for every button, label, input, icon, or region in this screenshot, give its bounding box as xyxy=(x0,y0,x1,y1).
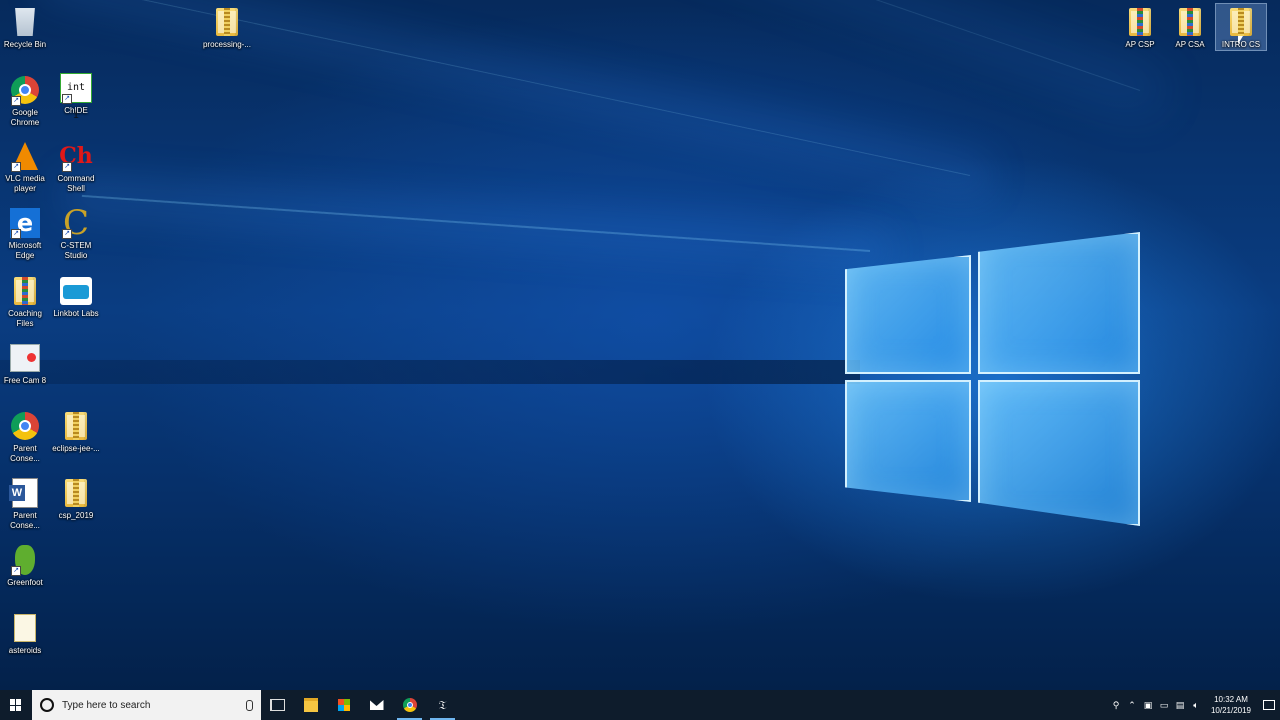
desktop-icon-vlc[interactable]: ↗ VLC media player xyxy=(0,140,50,194)
desktop-icon-google-chrome[interactable]: ↗ Google Chrome xyxy=(0,74,50,128)
file-icon xyxy=(14,614,36,642)
battery-icon[interactable]: ▭ xyxy=(1157,690,1171,720)
desktop-icon-cstem-studio[interactable]: C ↗ C-STEM Studio xyxy=(51,206,101,261)
task-view-icon xyxy=(270,699,285,711)
free-cam-icon xyxy=(10,344,40,372)
zip-folder-icon xyxy=(65,479,87,507)
icon-label: Parent Conse... xyxy=(10,444,40,463)
windows-logo-icon xyxy=(10,699,22,711)
zip-folder-icon xyxy=(1179,8,1201,36)
chide-app-icon: 𝔗 xyxy=(438,697,447,712)
network-icon[interactable]: ▤ xyxy=(1173,690,1187,720)
linkbot-icon xyxy=(60,277,92,305)
volume-icon[interactable]: 🔈︎ xyxy=(1189,690,1203,720)
desktop-icon-ap-csp[interactable]: AP CSP xyxy=(1115,6,1165,50)
icon-label: asteroids xyxy=(8,646,42,655)
desktop-icon-csp-2019[interactable]: csp_2019 xyxy=(51,477,101,521)
icon-label: Google Chrome xyxy=(10,108,40,127)
icon-label: VLC media player xyxy=(5,174,45,193)
icon-label: processing-... xyxy=(202,40,252,49)
desktop-icon-greenfoot[interactable]: ↗ Greenfoot xyxy=(0,544,50,588)
desktop-icon-eclipse[interactable]: eclipse-jee-... xyxy=(51,410,101,454)
zip-folder-icon xyxy=(1129,8,1151,36)
search-placeholder: Type here to search xyxy=(62,699,151,711)
icon-label: Microsoft Edge xyxy=(8,241,42,260)
icon-label: Command Shell xyxy=(57,174,95,193)
icon-label: csp_2019 xyxy=(58,511,94,520)
notification-icon xyxy=(1263,700,1275,710)
desktop-icon-recycle-bin[interactable]: Recycle Bin xyxy=(0,6,50,50)
logo-pane xyxy=(978,232,1140,374)
icon-label: Linkbot Labs xyxy=(53,309,99,318)
desktop-icon-processing[interactable]: processing-... xyxy=(202,6,252,50)
icon-label: eclipse-jee-... xyxy=(52,444,100,453)
zip-folder-icon xyxy=(216,8,238,36)
logo-pane xyxy=(978,380,1140,526)
word-document-icon xyxy=(9,478,38,508)
task-view-button[interactable] xyxy=(261,690,294,720)
mail-icon xyxy=(369,700,384,710)
zip-folder-icon xyxy=(14,277,36,305)
desktop[interactable]: Recycle Bin ↗ Google Chrome ↗ VLC media … xyxy=(0,0,1280,690)
shortcut-arrow-icon: ↗ xyxy=(62,229,72,239)
chrome-icon xyxy=(402,698,417,712)
taskbar-mail[interactable] xyxy=(360,690,393,720)
taskbar-clock[interactable]: 10:32 AM 10/21/2019 xyxy=(1208,694,1254,716)
logo-pane xyxy=(845,255,971,374)
icon-label: Coaching Files xyxy=(8,309,42,328)
logo-pane xyxy=(845,380,971,502)
desktop-icon-asteroids[interactable]: asteroids xyxy=(0,612,50,656)
store-icon xyxy=(337,699,350,711)
shortcut-arrow-icon: ↗ xyxy=(11,96,21,106)
icon-label: C-STEM Studio xyxy=(60,241,92,260)
light-beam xyxy=(60,0,971,176)
icon-label: Recycle Bin xyxy=(3,40,47,49)
shortcut-arrow-icon: ↗ xyxy=(62,94,72,104)
taskbar-file-explorer[interactable] xyxy=(294,690,327,720)
desktop-icon-linkbot-labs[interactable]: Linkbot Labs xyxy=(51,275,101,319)
microphone-icon[interactable] xyxy=(246,699,253,711)
chrome-icon xyxy=(11,412,39,440)
taskbar: Type here to search 𝔗 ⚲ ⌃ ▣ ▭ ▤ 🔈︎ 10:32… xyxy=(0,690,1280,720)
icon-label: Free Cam 8 xyxy=(3,376,47,385)
recycle-bin-icon xyxy=(15,8,35,36)
desktop-icon-command-shell[interactable]: Ch ↗ Command Shell xyxy=(51,140,101,194)
desktop-icon-ap-csa[interactable]: AP CSA xyxy=(1165,6,1215,50)
shortcut-arrow-icon: ↗ xyxy=(11,566,21,576)
taskbar-search-box[interactable]: Type here to search xyxy=(32,690,261,720)
shortcut-arrow-icon: ↗ xyxy=(62,162,72,172)
desktop-icon-parent-conse-chrome[interactable]: Parent Conse... xyxy=(0,410,50,464)
floor-shadow xyxy=(0,360,860,384)
shortcut-arrow-icon: ↗ xyxy=(11,229,21,239)
record-icon[interactable]: ▣ xyxy=(1141,690,1155,720)
icon-label: AP CSA xyxy=(1175,40,1205,49)
chevron-up-icon[interactable]: ⌃ xyxy=(1125,690,1139,720)
system-tray: ⚲ ⌃ ▣ ▭ ▤ 🔈︎ 10:32 AM 10/21/2019 xyxy=(1108,690,1280,720)
desktop-icon-parent-conse-word[interactable]: Parent Conse... xyxy=(0,477,50,531)
start-button[interactable] xyxy=(0,690,32,720)
clock-time: 10:32 AM xyxy=(1214,695,1248,704)
zip-folder-icon xyxy=(65,412,87,440)
shortcut-arrow-icon: ↗ xyxy=(11,162,21,172)
folder-icon xyxy=(303,698,318,712)
mouse-cursor-icon xyxy=(1238,36,1243,44)
desktop-icon-microsoft-edge[interactable]: e ↗ Microsoft Edge xyxy=(0,207,50,261)
taskbar-microsoft-store[interactable] xyxy=(327,690,360,720)
desktop-icon-free-cam[interactable]: Free Cam 8 xyxy=(0,342,50,386)
cortana-circle-icon xyxy=(40,698,54,712)
action-center-button[interactable] xyxy=(1258,690,1280,720)
icon-label: Parent Conse... xyxy=(10,511,40,530)
taskbar-google-chrome[interactable] xyxy=(393,690,426,720)
people-icon[interactable]: ⚲ xyxy=(1109,690,1123,720)
icon-label: AP CSP xyxy=(1125,40,1155,49)
taskbar-chide[interactable]: 𝔗 xyxy=(426,690,459,720)
light-beam xyxy=(81,194,871,252)
zip-folder-icon xyxy=(1230,8,1252,36)
icon-label: Greenfoot xyxy=(7,578,43,587)
desktop-icon-chide[interactable]: int i↗ ChIDE xyxy=(51,72,101,121)
desktop-icon-coaching-files[interactable]: Coaching Files xyxy=(0,275,50,329)
clock-date: 10/21/2019 xyxy=(1210,706,1252,715)
